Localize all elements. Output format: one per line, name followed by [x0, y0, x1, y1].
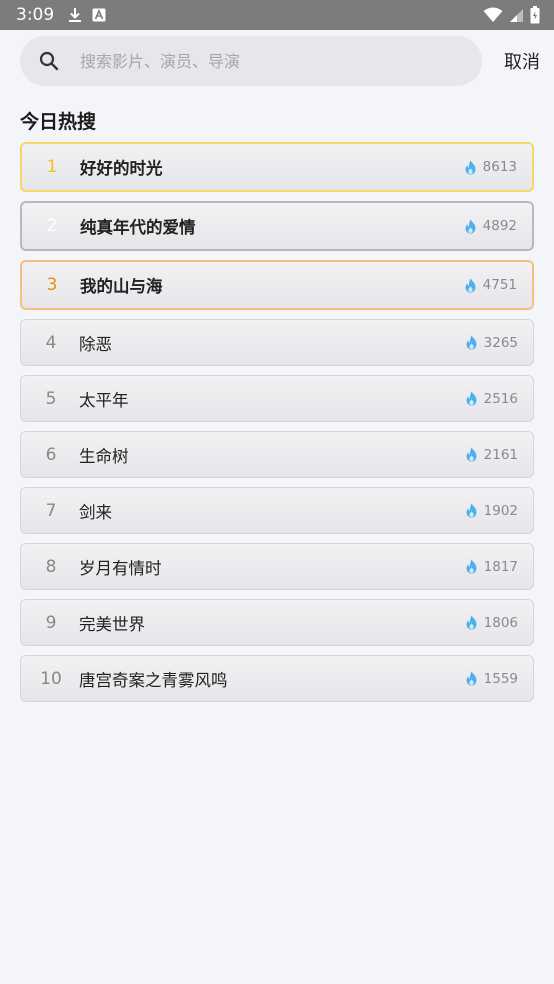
heat-value: 3265 — [483, 334, 518, 351]
status-icons-right — [483, 6, 540, 24]
heat-count: 8613 — [464, 159, 517, 175]
hot-item[interactable]: 7 剑来 1902 — [20, 487, 534, 534]
item-title: 除恶 — [79, 334, 112, 354]
item-title: 好好的时光 — [80, 159, 163, 178]
heat-value: 1902 — [483, 502, 518, 519]
fire-icon — [464, 278, 477, 293]
rank-number: 6 — [45, 444, 57, 465]
cancel-button[interactable]: 取消 — [504, 48, 540, 74]
hot-item[interactable]: 6 生命树 2161 — [20, 431, 534, 478]
rank-number: 5 — [45, 388, 57, 409]
item-title: 剑来 — [79, 502, 112, 522]
rank-number: 10 — [40, 668, 62, 689]
heat-count: 1817 — [465, 559, 518, 575]
rank-number: 1 — [46, 157, 58, 177]
item-title: 我的山与海 — [80, 277, 163, 296]
heat-value: 8613 — [482, 159, 517, 175]
hot-item[interactable]: 10 唐宫奇案之青雾风鸣 1559 — [20, 655, 534, 702]
fire-icon — [465, 335, 478, 350]
download-icon — [68, 7, 82, 23]
hot-item[interactable]: 1 好好的时光 8613 — [20, 142, 534, 192]
item-title: 岁月有情时 — [79, 558, 162, 578]
battery-icon — [530, 6, 540, 24]
fire-icon — [465, 391, 478, 406]
rank-number: 9 — [45, 612, 57, 633]
fire-icon — [465, 559, 478, 574]
hot-item[interactable]: 3 我的山与海 4751 — [20, 260, 534, 310]
hot-item[interactable]: 4 除恶 3265 — [20, 319, 534, 366]
hot-item[interactable]: 9 完美世界 1806 — [20, 599, 534, 646]
search-icon — [38, 50, 60, 72]
fire-icon — [464, 219, 477, 234]
hot-item[interactable]: 8 岁月有情时 1817 — [20, 543, 534, 590]
item-title: 完美世界 — [79, 614, 145, 634]
rank-number: 8 — [45, 556, 57, 577]
heat-count: 4751 — [464, 277, 517, 293]
heat-count: 4892 — [464, 218, 517, 234]
status-time: 3:09 — [16, 5, 55, 25]
rank-number: 2 — [46, 216, 58, 236]
hot-item[interactable]: 2 纯真年代的爱情 4892 — [20, 201, 534, 251]
heat-count: 1806 — [465, 615, 518, 631]
heat-count: 3265 — [465, 335, 518, 351]
heat-value: 1817 — [483, 558, 518, 575]
rank-number: 7 — [45, 500, 57, 521]
heat-value: 4892 — [482, 218, 517, 234]
heat-count: 1559 — [465, 671, 518, 687]
search-box[interactable] — [20, 36, 482, 86]
item-title: 生命树 — [79, 446, 129, 466]
status-bar: 3:09 — [0, 0, 554, 30]
fire-icon — [465, 447, 478, 462]
fire-icon — [465, 671, 478, 686]
heat-value: 2161 — [483, 446, 518, 463]
fire-icon — [465, 503, 478, 518]
rank-number: 4 — [45, 332, 57, 353]
hot-item[interactable]: 5 太平年 2516 — [20, 375, 534, 422]
heat-count: 1902 — [465, 503, 518, 519]
heat-value: 1806 — [483, 614, 518, 631]
search-input[interactable] — [80, 51, 440, 71]
item-title: 太平年 — [79, 390, 129, 410]
heat-value: 1559 — [483, 670, 518, 687]
heat-value: 2516 — [483, 390, 518, 407]
item-title: 唐宫奇案之青雾风鸣 — [79, 670, 228, 690]
search-row: 取消 — [20, 36, 540, 86]
fire-icon — [464, 160, 477, 175]
hot-search-list: 1 好好的时光 8613 2 纯真年代的爱情 4892 3 我的山与海 4751… — [20, 142, 534, 711]
rank-number: 3 — [46, 275, 58, 295]
item-title: 纯真年代的爱情 — [80, 218, 196, 237]
text-a-icon — [92, 8, 106, 22]
wifi-icon — [483, 7, 503, 23]
heat-value: 4751 — [482, 277, 517, 293]
signal-icon — [509, 8, 524, 23]
hot-search-title: 今日热搜 — [20, 111, 97, 133]
status-icons-left — [68, 7, 106, 23]
heat-count: 2516 — [465, 391, 518, 407]
heat-count: 2161 — [465, 447, 518, 463]
fire-icon — [465, 615, 478, 630]
